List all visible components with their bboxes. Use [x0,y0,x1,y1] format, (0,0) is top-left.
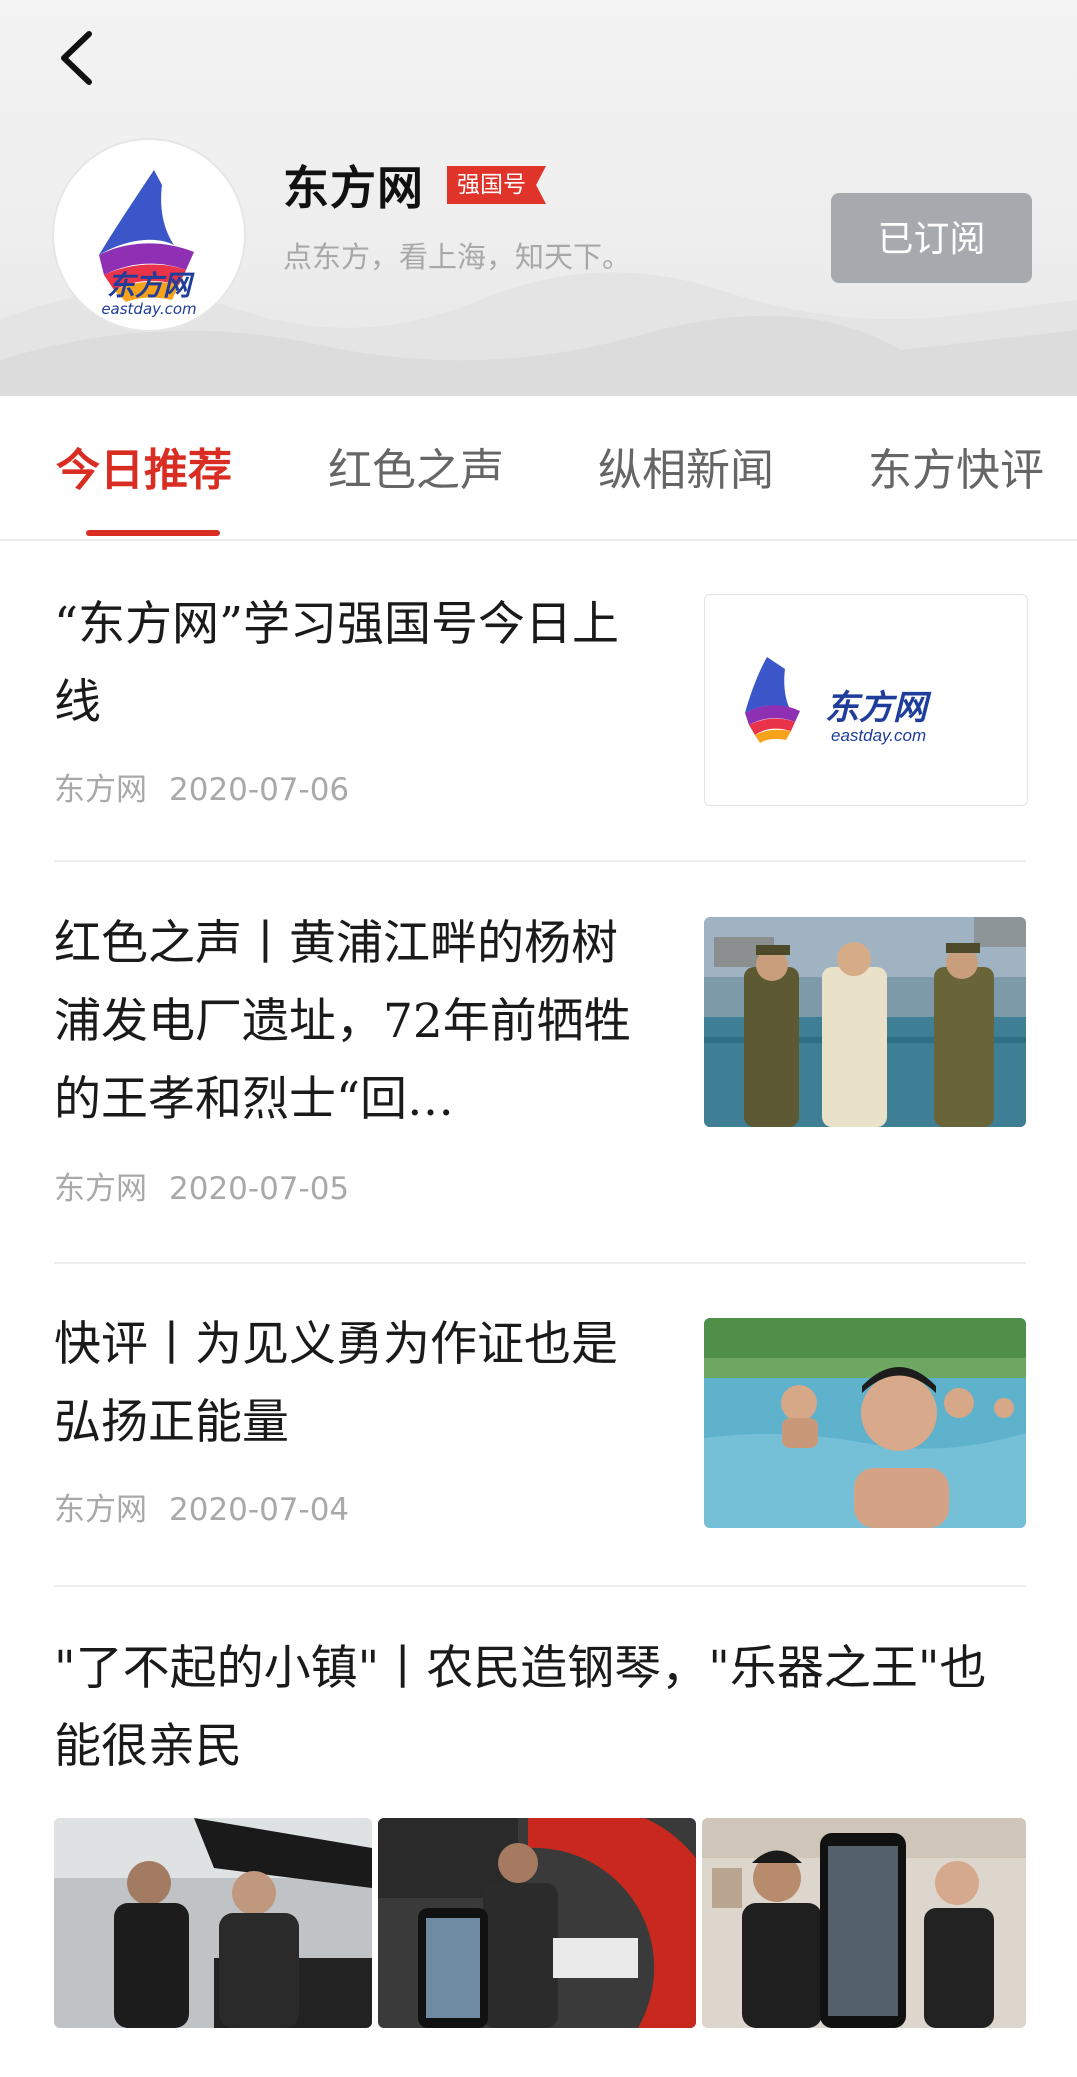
piano-photo-1 [54,1818,372,2028]
qiangguo-badge: 强国号 [447,166,546,204]
article-item[interactable]: 快评丨为见义勇为作证也是弘扬正能量 东方网 2020-07-04 [54,1306,1026,1546]
svg-text:eastday.com: eastday.com [831,726,926,745]
article-source: 东方网 [54,1171,147,1207]
article-date: 2020-07-06 [169,772,350,808]
channel-header: 东方网 eastday.com 东方网 强国号 点东方，看上海，知天下。 已订阅 [0,0,1077,396]
svg-text:东方网: 东方网 [825,689,932,727]
divider [54,1262,1026,1264]
tab-bar: 今日推荐 红色之声 纵相新闻 东方快评 [0,396,1077,541]
eastday-logo-image: 东方网 eastday.com [745,657,932,745]
article-meta: 东方网 2020-07-05 [54,1163,371,1208]
article-title: 红色之声丨黄浦江畔的杨树浦发电厂遗址，72年前牺牲的王孝和烈士“回… [54,916,631,1127]
divider [54,1585,1026,1587]
back-arrow-icon[interactable] [54,28,104,88]
article-source: 东方网 [54,1492,147,1528]
active-tab-indicator [86,530,220,536]
channel-avatar[interactable]: 东方网 eastday.com [54,140,244,330]
channel-name: 东方网 [283,161,424,215]
article-thumbnail [702,1818,1026,2028]
article-source: 东方网 [54,772,147,808]
logo-domain: eastday.com [101,300,197,318]
article-item[interactable]: “东方网”学习强国号今日上线 东方网 2020-07-06 东方网 eastday… [54,586,1028,826]
subscribed-button[interactable]: 已订阅 [831,193,1032,283]
channel-slogan: 点东方，看上海，知天下。 [283,240,632,274]
article-item[interactable]: 红色之声丨黄浦江畔的杨树浦发电厂遗址，72年前牺牲的王孝和烈士“回… 东方网 20… [54,905,1026,1225]
article-meta: 东方网 2020-07-04 [54,1484,371,1529]
article-thumbnail [704,1318,1026,1528]
piano-photo-3 [702,1818,1026,2028]
tab-eastday-commentary[interactable]: 东方快评 [868,434,1044,498]
piano-photo-2 [378,1818,696,2028]
article-title: "了不起的小镇"丨农民造钢琴，"乐器之王"也能很亲民 [54,1641,987,1774]
tab-recommend[interactable]: 今日推荐 [56,434,232,498]
article-thumbnail [378,1818,696,2028]
logo-text: 东方网 [106,269,191,302]
article-thumbnail [704,917,1026,1127]
reenactment-photo [704,917,1026,1127]
tab-zongxiang-news[interactable]: 纵相新闻 [598,434,774,498]
divider [54,860,1026,862]
article-title: “东方网”学习强国号今日上线 [54,597,620,730]
swimming-pool-photo [704,1318,1026,1528]
article-thumbnail: 东方网 eastday.com [704,594,1028,806]
article-thumbnail [54,1818,372,2028]
tab-red-voice[interactable]: 红色之声 [328,434,504,498]
article-title: 快评丨为见义勇为作证也是弘扬正能量 [54,1317,618,1450]
article-meta: 东方网 2020-07-06 [54,764,371,809]
article-date: 2020-07-05 [169,1171,350,1207]
article-date: 2020-07-04 [169,1492,350,1528]
